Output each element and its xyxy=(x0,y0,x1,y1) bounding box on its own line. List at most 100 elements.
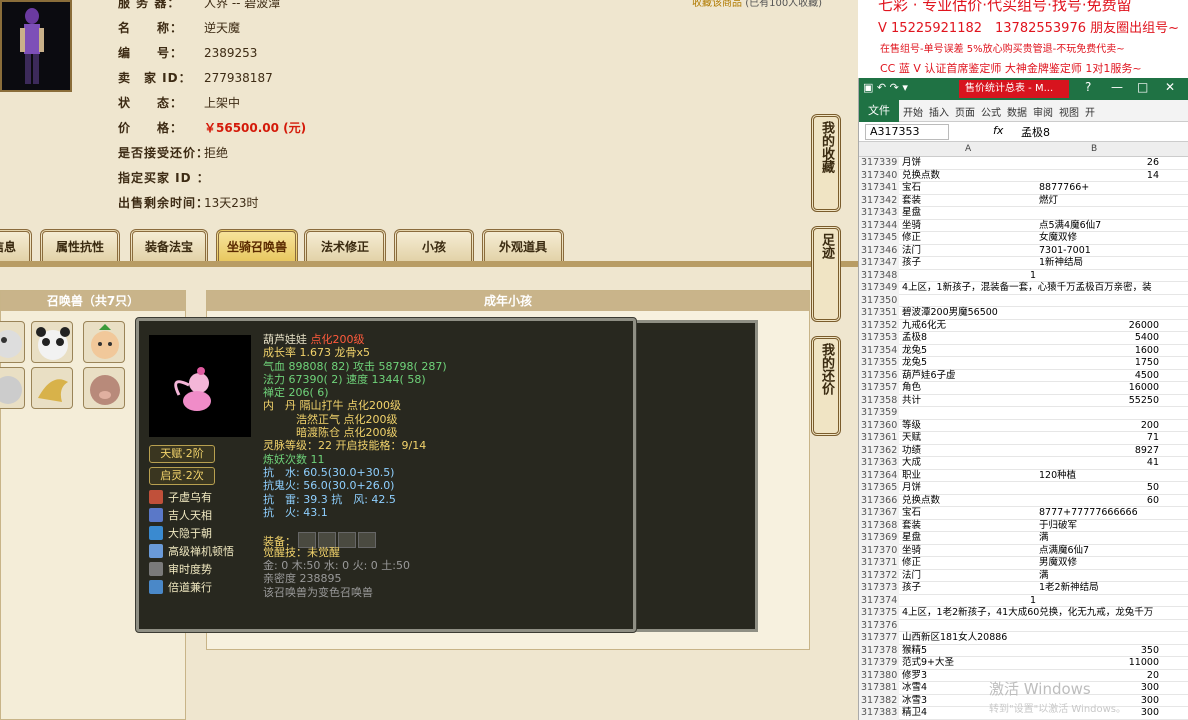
cell-a[interactable]: 法门 xyxy=(902,245,1036,258)
cell-a[interactable]: 套装 xyxy=(902,520,1036,533)
ribbon-tab-6[interactable]: 数据 xyxy=(1007,104,1027,119)
cell-a[interactable]: 九戒6化无 xyxy=(902,320,1036,333)
row-number[interactable]: 317364 xyxy=(859,469,899,482)
row-number[interactable]: 317379 xyxy=(859,657,899,670)
row-number[interactable]: 317374 xyxy=(859,594,899,607)
row-number[interactable]: 317375 xyxy=(859,607,899,620)
row-number[interactable]: 317358 xyxy=(859,394,899,407)
row-number[interactable]: 317369 xyxy=(859,532,899,545)
cell-b[interactable]: 点满魔6仙7 xyxy=(1039,545,1159,558)
cell-b[interactable]: 1老2新神结局 xyxy=(1039,582,1159,595)
row-number[interactable]: 317360 xyxy=(859,419,899,432)
tab-7[interactable]: 外观道具 xyxy=(482,229,564,261)
cell-a[interactable]: 孩子 xyxy=(902,257,1036,270)
cell-a[interactable]: 龙兔5 xyxy=(902,357,1036,370)
ribbon-tab-9[interactable]: 开 xyxy=(1085,104,1095,119)
cell-a[interactable]: 1 xyxy=(902,595,1036,608)
row-number[interactable]: 317366 xyxy=(859,494,899,507)
cell-b[interactable]: 4500 xyxy=(1039,370,1159,383)
row-number[interactable]: 317372 xyxy=(859,569,899,582)
row-number[interactable]: 317357 xyxy=(859,382,899,395)
row-number[interactable]: 317362 xyxy=(859,444,899,457)
row-number[interactable]: 317371 xyxy=(859,557,899,570)
tab-1[interactable]: 信息 xyxy=(0,229,32,261)
minimize-icon[interactable]: — xyxy=(1111,80,1123,94)
quick-access-icons[interactable]: ▣ ↶ ↷ ▾ xyxy=(863,81,908,94)
cell-a[interactable]: 职业 xyxy=(902,470,1036,483)
cell-b[interactable]: 燃灯 xyxy=(1039,195,1159,208)
row-number[interactable]: 317351 xyxy=(859,307,899,320)
ribbon-tab-7[interactable]: 审阅 xyxy=(1033,104,1053,119)
row-number[interactable]: 317361 xyxy=(859,432,899,445)
row-number[interactable]: 317341 xyxy=(859,182,899,195)
cell-a[interactable]: 4上区，1老2新孩子，41大成60兑换，化无九戒，龙兔千万 xyxy=(902,607,1153,620)
formula-value[interactable]: 孟极8 xyxy=(1021,124,1050,140)
cell-a[interactable]: 孟极8 xyxy=(902,332,1036,345)
tab-4[interactable]: 坐骑召唤兽 xyxy=(216,229,298,261)
cell-b[interactable]: 8927 xyxy=(1039,445,1159,458)
name-box[interactable]: A317353 xyxy=(865,124,949,140)
maximize-icon[interactable]: □ xyxy=(1137,80,1148,94)
cell-a[interactable]: 法门 xyxy=(902,570,1036,583)
cell-b[interactable]: 120种植 xyxy=(1039,470,1159,483)
pet-thumb-boar[interactable] xyxy=(83,367,125,409)
my-bargain-button[interactable]: 我的还价 xyxy=(811,336,841,436)
cell-a[interactable]: 1 xyxy=(902,270,1036,283)
cell-a[interactable]: 功绩 xyxy=(902,445,1036,458)
row-number[interactable]: 317373 xyxy=(859,582,899,595)
cell-a[interactable]: 星盘 xyxy=(902,207,1036,220)
ribbon-tab-5[interactable]: 公式 xyxy=(981,104,1001,119)
skill-item[interactable]: 高级禅机顿悟 xyxy=(149,543,234,561)
cell-b[interactable]: 350 xyxy=(1039,645,1159,658)
cell-b[interactable]: 26 xyxy=(1039,157,1159,170)
cell-b[interactable]: 71 xyxy=(1039,432,1159,445)
cell-b[interactable]: 满 xyxy=(1039,532,1159,545)
cell-a[interactable]: 角色 xyxy=(902,382,1036,395)
row-number[interactable]: 317354 xyxy=(859,344,899,357)
cell-b[interactable]: 55250 xyxy=(1039,395,1159,408)
column-a-header[interactable]: A xyxy=(965,144,971,154)
row-number[interactable]: 317382 xyxy=(859,694,899,707)
cell-a[interactable]: 山西新区181女人20886 xyxy=(902,632,1036,645)
row-number[interactable]: 317353 xyxy=(859,332,899,345)
cell-b[interactable]: 7301-7001 xyxy=(1039,245,1159,258)
row-number[interactable]: 317380 xyxy=(859,669,899,682)
ribbon-tab-2[interactable]: 开始 xyxy=(903,104,923,119)
row-number[interactable]: 317342 xyxy=(859,194,899,207)
cell-b[interactable]: 26000 xyxy=(1039,320,1159,333)
row-number[interactable]: 317350 xyxy=(859,294,899,307)
help-icon[interactable]: ? xyxy=(1085,80,1091,94)
row-number[interactable]: 317363 xyxy=(859,457,899,470)
row-number[interactable]: 317345 xyxy=(859,232,899,245)
row-number[interactable]: 317344 xyxy=(859,219,899,232)
cell-b[interactable]: 50 xyxy=(1039,482,1159,495)
cell-a[interactable]: 修正 xyxy=(902,557,1036,570)
cell-b[interactable]: 女魔双修 xyxy=(1039,232,1159,245)
cell-a[interactable]: 星盘 xyxy=(902,532,1036,545)
tab-6[interactable]: 小孩 xyxy=(394,229,474,261)
cell-a[interactable]: 套装 xyxy=(902,195,1036,208)
pet-thumb-panda[interactable] xyxy=(31,321,73,363)
cell-b[interactable]: 点5满4魔6仙7 xyxy=(1039,220,1159,233)
row-number[interactable]: 317383 xyxy=(859,707,899,720)
row-number[interactable]: 317346 xyxy=(859,244,899,257)
tab-3[interactable]: 装备法宝 xyxy=(130,229,208,261)
cell-a[interactable]: 月饼 xyxy=(902,157,1036,170)
row-number[interactable]: 317348 xyxy=(859,269,899,282)
row-number[interactable]: 317365 xyxy=(859,482,899,495)
cell-a[interactable]: 兑换点数 xyxy=(902,495,1036,508)
cell-b[interactable]: 200 xyxy=(1039,420,1159,433)
footprint-button[interactable]: 足迹 xyxy=(811,226,841,322)
row-number[interactable]: 317378 xyxy=(859,644,899,657)
cell-a[interactable]: 孩子 xyxy=(902,582,1036,595)
tab-5[interactable]: 法术修正 xyxy=(304,229,386,261)
cell-b[interactable]: 16000 xyxy=(1039,382,1159,395)
cell-b[interactable]: 5400 xyxy=(1039,332,1159,345)
cell-a[interactable]: 月饼 xyxy=(902,482,1036,495)
cell-a[interactable]: 宝石 xyxy=(902,182,1036,195)
skill-item[interactable]: 大隐于朝 xyxy=(149,525,234,543)
row-number[interactable]: 317370 xyxy=(859,544,899,557)
ribbon-tab-8[interactable]: 视图 xyxy=(1059,104,1079,119)
row-number[interactable]: 317376 xyxy=(859,619,899,632)
cell-a[interactable]: 猴精5 xyxy=(902,645,1036,658)
